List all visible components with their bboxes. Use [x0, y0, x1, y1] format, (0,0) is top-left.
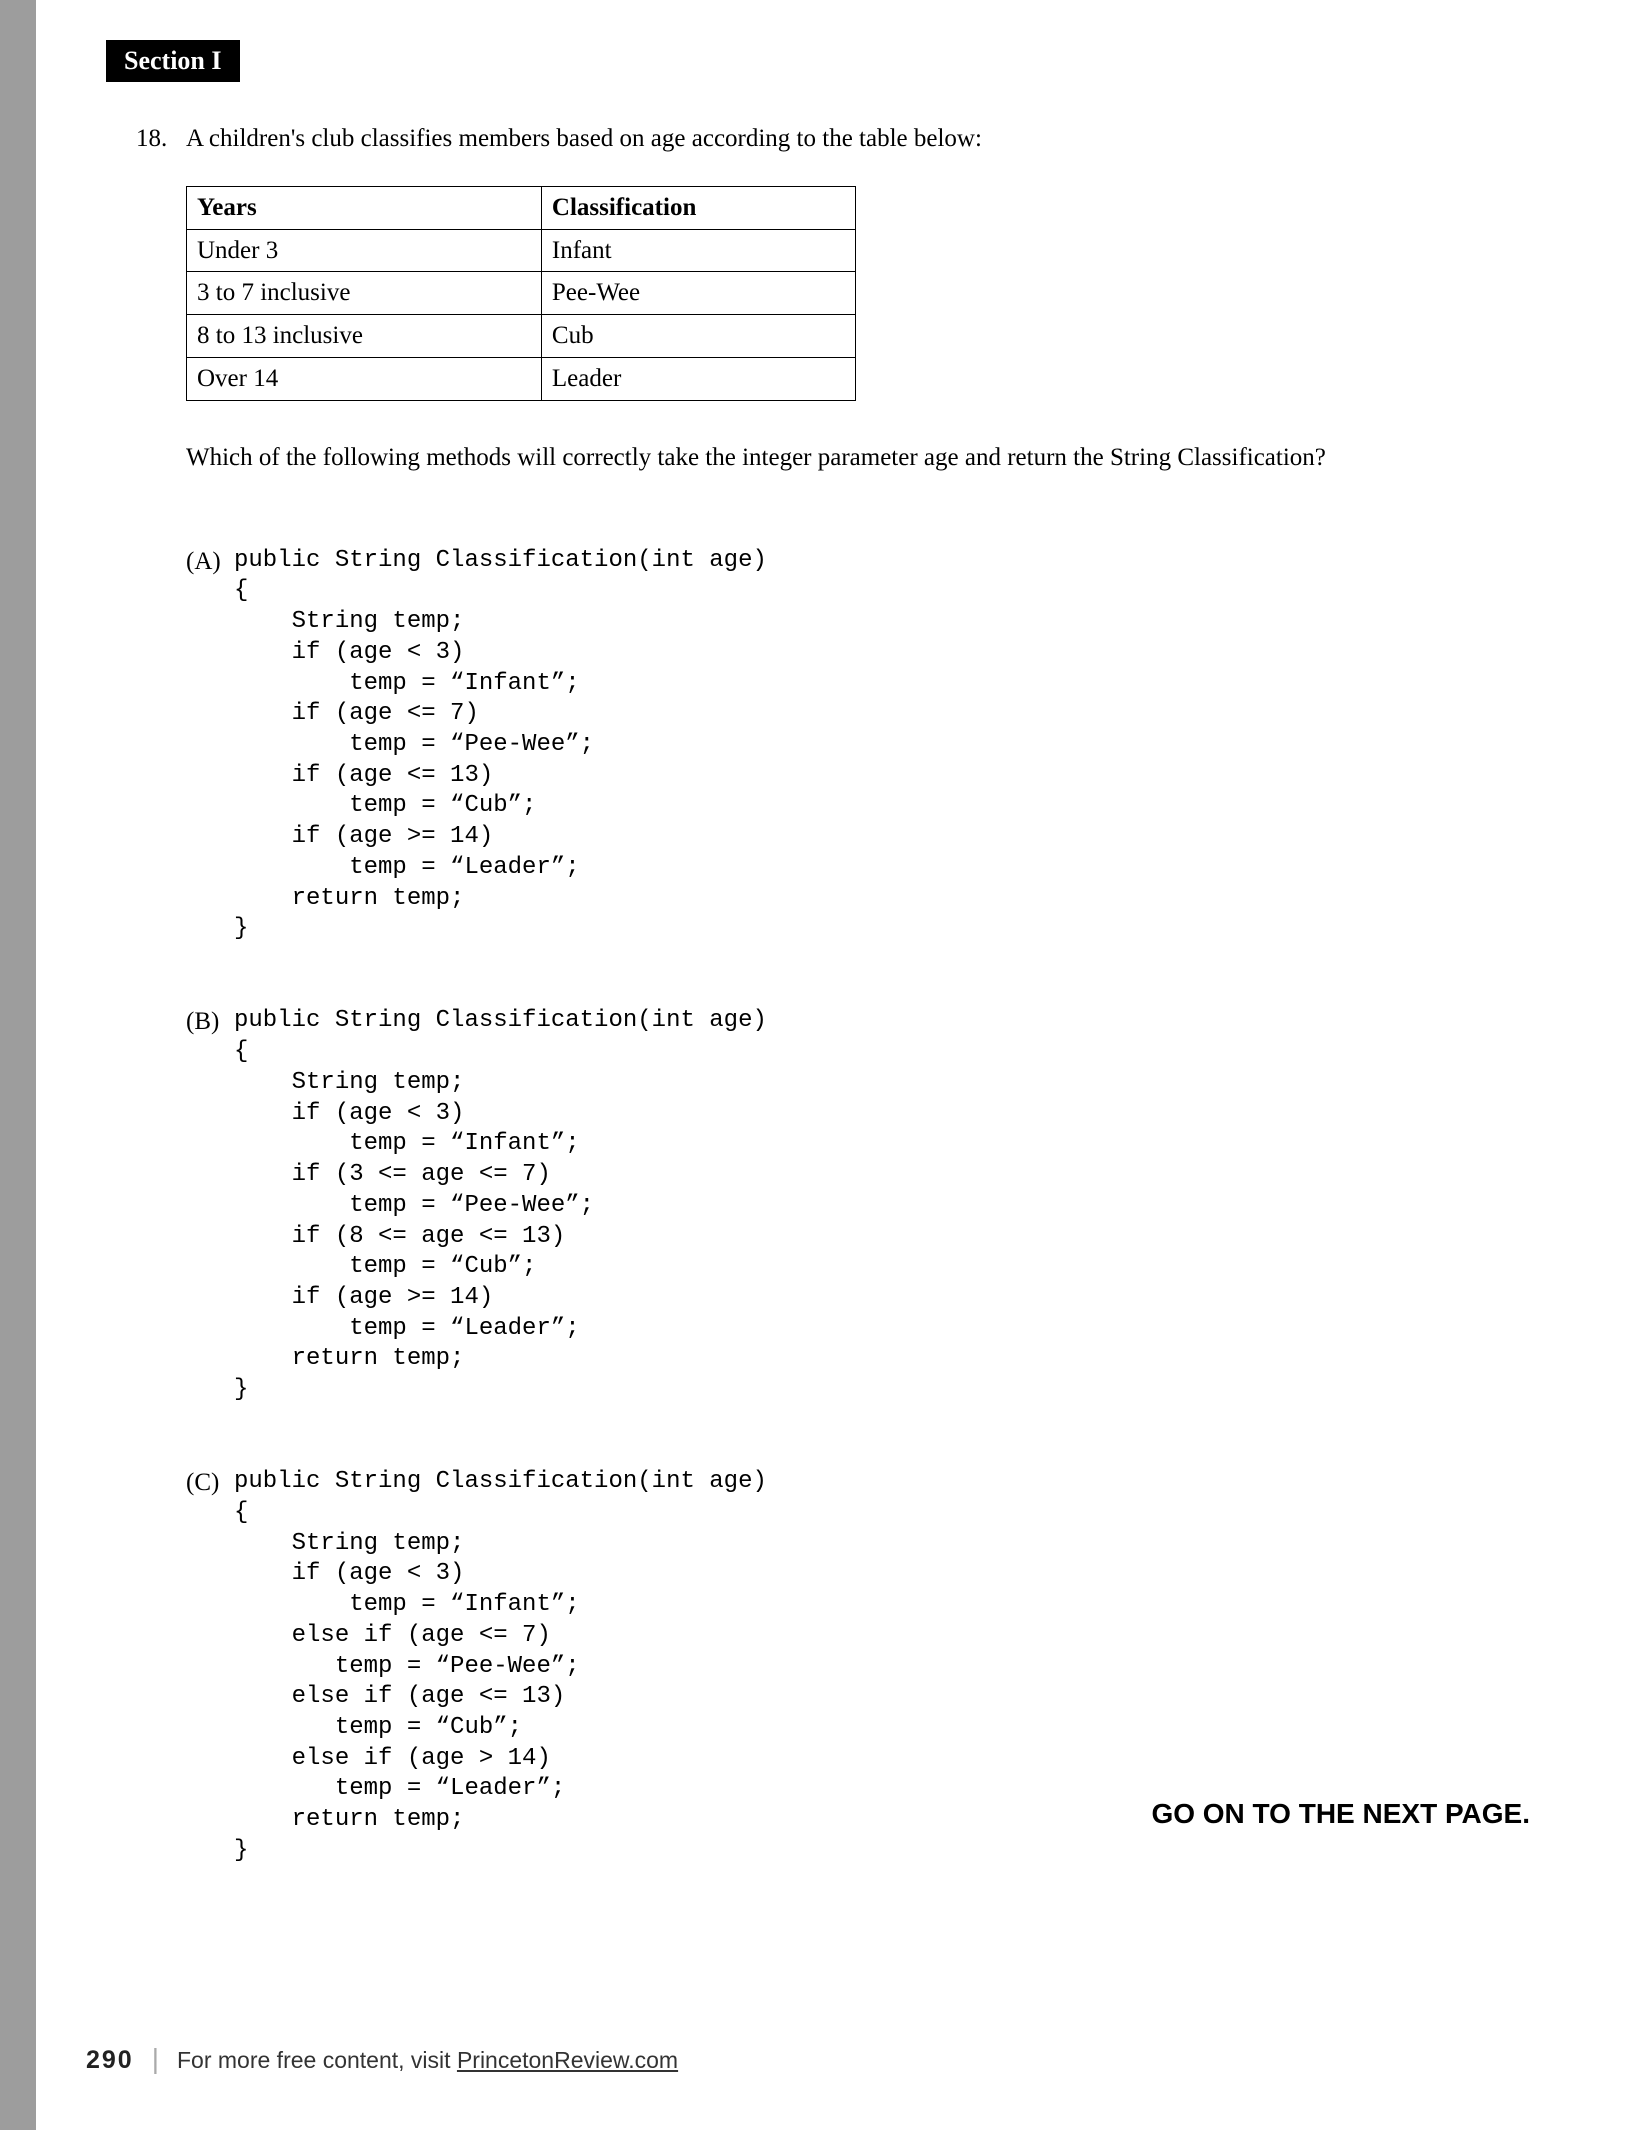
table-header-years: Years	[187, 186, 542, 229]
question-prompt: A children's club classifies members bas…	[186, 122, 1540, 156]
table-cell: Pee-Wee	[541, 272, 855, 315]
page-number: 290	[86, 2046, 134, 2075]
footer-text: For more free content, visit PrincetonRe…	[177, 2047, 678, 2074]
classification-table: Years Classification Under 3 Infant 3 to…	[186, 186, 856, 401]
table-cell: Leader	[541, 357, 855, 400]
question-number: 18.	[136, 122, 186, 156]
footer-divider: |	[152, 2043, 159, 2075]
page-content: Section I 18. A children's club classifi…	[36, 0, 1640, 2130]
choice-label: (B)	[186, 1006, 234, 1038]
table-row: 8 to 13 inclusive Cub	[187, 315, 856, 358]
choice-code: public String Classification(int age) { …	[234, 1006, 767, 1405]
question-row: 18. A children's club classifies members…	[136, 122, 1540, 156]
table-row: Over 14 Leader	[187, 357, 856, 400]
table-header-row: Years Classification	[187, 186, 856, 229]
choice-b: (B) public String Classification(int age…	[186, 1006, 1540, 1405]
choice-code: public String Classification(int age) { …	[234, 546, 767, 945]
question-block: 18. A children's club classifies members…	[136, 122, 1540, 1928]
table-cell: Under 3	[187, 229, 542, 272]
table-header-classification: Classification	[541, 186, 855, 229]
choice-code: public String Classification(int age) { …	[234, 1467, 767, 1866]
footer-link: PrincetonReview.com	[457, 2047, 678, 2073]
choice-label: (C)	[186, 1467, 234, 1499]
table-cell: 3 to 7 inclusive	[187, 272, 542, 315]
choice-a: (A) public String Classification(int age…	[186, 546, 1540, 945]
section-label: Section I	[106, 40, 240, 82]
table-cell: Over 14	[187, 357, 542, 400]
table-cell: Cub	[541, 315, 855, 358]
question-sub-prompt: Which of the following methods will corr…	[186, 441, 1540, 475]
table-cell: 8 to 13 inclusive	[187, 315, 542, 358]
table-row: Under 3 Infant	[187, 229, 856, 272]
table-cell: Infant	[541, 229, 855, 272]
page-footer: 290 | For more free content, visit Princ…	[86, 2043, 678, 2075]
choice-label: (A)	[186, 546, 234, 578]
footer-text-prefix: For more free content, visit	[177, 2047, 457, 2073]
table-row: 3 to 7 inclusive Pee-Wee	[187, 272, 856, 315]
go-on-next-page: GO ON TO THE NEXT PAGE.	[1151, 1798, 1530, 1830]
page-left-margin-bar	[0, 0, 36, 2130]
answer-choices: (A) public String Classification(int age…	[186, 484, 1540, 1928]
